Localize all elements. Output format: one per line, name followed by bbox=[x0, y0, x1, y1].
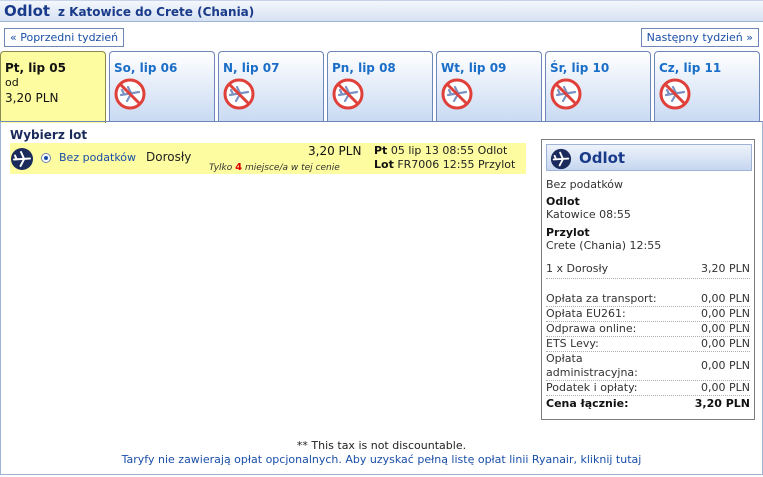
summary-fare: Bez podatków bbox=[546, 178, 624, 191]
flight-option-row[interactable]: Bez podatków Dorosły 3,20 PLN Tylko 4 mi… bbox=[10, 143, 526, 174]
total-label: Cena łącznie: bbox=[546, 397, 629, 410]
fee-row-eu261: Opłata EU261: 0,00 PLN bbox=[546, 307, 750, 322]
summary-depart-value: Katowice 08:55 bbox=[546, 208, 631, 221]
tab-day-2[interactable]: So, lip 06 bbox=[109, 51, 215, 121]
tab-day-label: So, lip 06 bbox=[114, 61, 178, 75]
no-flight-icon bbox=[550, 78, 582, 110]
fee-row-ets-levy: ETS Levy: 0,00 PLN bbox=[546, 337, 750, 352]
tab-day-label: N, lip 07 bbox=[223, 61, 280, 75]
fee-row-admin: Opłata administracyjna: 0,00 PLN bbox=[546, 352, 750, 381]
total-value: 3,20 PLN bbox=[694, 397, 750, 410]
page-header: Odlot z Katowice do Crete (Chania) bbox=[0, 0, 763, 22]
fare-type-label[interactable]: Bez podatków bbox=[59, 151, 136, 164]
fees-link[interactable]: Taryfy nie zawierają opłat opcjonalnych.… bbox=[0, 453, 763, 466]
tab-day-6[interactable]: Śr, lip 10 bbox=[545, 51, 651, 121]
tax-note: ** This tax is not discountable. bbox=[296, 439, 467, 452]
summary-pax-row: 1 x Dorosły 3,20 PLN bbox=[546, 262, 750, 279]
fee-row-online-checkin: Odprawa online: 0,00 PLN bbox=[546, 322, 750, 337]
day-tabs: Pt, lip 05 od 3,20 PLN So, lip 06 N, lip… bbox=[0, 51, 763, 123]
summary-arrive-value: Crete (Chania) 12:55 bbox=[546, 239, 662, 252]
airplane-icon bbox=[550, 148, 572, 170]
tab-day-7[interactable]: Cz, lip 11 bbox=[654, 51, 760, 121]
prev-week-button[interactable]: « Poprzedni tydzień bbox=[4, 28, 125, 47]
fee-row-taxes: Podatek i opłaty: 0,00 PLN bbox=[546, 381, 750, 396]
no-flight-icon bbox=[114, 78, 146, 110]
seats-left-note: Tylko 4 miejsce/a w tej cenie bbox=[209, 162, 340, 173]
fee-row-transport: Opłata za transport: 0,00 PLN bbox=[546, 292, 750, 307]
summary-title: Odlot bbox=[579, 149, 626, 167]
summary-arrive-label: Przylot bbox=[546, 226, 590, 239]
summary-header: Odlot bbox=[546, 144, 752, 171]
summary-total-row: Cena łącznie: 3,20 PLN bbox=[546, 397, 750, 412]
tab-day-label: Wt, lip 09 bbox=[441, 61, 507, 75]
no-flight-icon bbox=[223, 78, 255, 110]
tab-day-label: Pt, lip 05 bbox=[5, 61, 66, 75]
fare-radio[interactable] bbox=[41, 153, 51, 163]
tab-day-label: Śr, lip 10 bbox=[550, 61, 610, 75]
no-flight-icon bbox=[441, 78, 473, 110]
fare-price: 3,20 PLN bbox=[308, 144, 362, 158]
airplane-icon bbox=[11, 148, 33, 170]
passenger-type: Dorosły bbox=[146, 150, 192, 164]
no-flight-icon bbox=[659, 78, 691, 110]
tab-from-label: od bbox=[5, 76, 19, 89]
departure-info: Pt 05 lip 13 08:55 Odlot bbox=[374, 144, 508, 157]
tab-day-5[interactable]: Wt, lip 09 bbox=[436, 51, 542, 121]
summary-depart-label: Odlot bbox=[546, 195, 580, 208]
tab-day-label: Pn, lip 08 bbox=[332, 61, 396, 75]
tab-day-1[interactable]: Pt, lip 05 od 3,20 PLN bbox=[0, 51, 106, 123]
tab-day-4[interactable]: Pn, lip 08 bbox=[327, 51, 433, 121]
page-title: Odlot bbox=[4, 2, 51, 20]
tab-day-3[interactable]: N, lip 07 bbox=[218, 51, 324, 121]
next-week-button[interactable]: Następny tydzień » bbox=[640, 28, 759, 47]
booking-summary: Odlot Bez podatków Odlot Katowice 08:55 … bbox=[541, 139, 755, 420]
no-flight-icon bbox=[332, 78, 364, 110]
flight-number-info: Lot FR7006 12:55 Przylot bbox=[374, 158, 516, 171]
route-label: z Katowice do Crete (Chania) bbox=[58, 5, 255, 19]
tab-day-label: Cz, lip 11 bbox=[659, 61, 722, 75]
seats-left-count: 4 bbox=[235, 162, 243, 173]
tab-price: 3,20 PLN bbox=[5, 91, 59, 105]
choose-flight-heading: Wybierz lot bbox=[10, 128, 88, 142]
